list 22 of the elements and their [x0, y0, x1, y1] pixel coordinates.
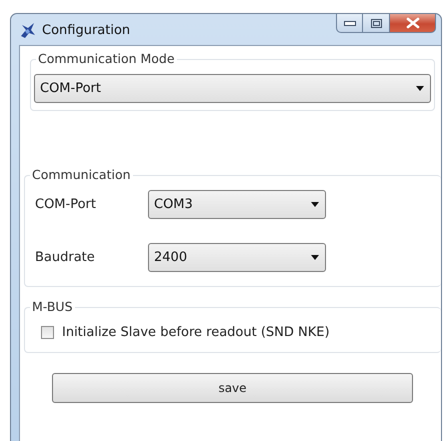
checkbox[interactable] [41, 326, 54, 339]
window-title: Configuration [42, 23, 130, 38]
minimize-icon [344, 20, 356, 26]
group-label: Communication [30, 167, 133, 182]
minimize-button[interactable] [336, 14, 363, 33]
dropdown[interactable]: 2400 [148, 243, 326, 272]
group-label: Communication Mode [36, 51, 177, 66]
field-label: COM-Port [35, 197, 97, 212]
star-icon [19, 22, 36, 39]
caret-icon [416, 86, 424, 91]
save-button[interactable]: save [52, 373, 413, 403]
caret-icon [311, 255, 319, 260]
field-label: Baudrate [35, 250, 96, 265]
group-label: M-BUS [30, 299, 75, 314]
maximize-button[interactable] [363, 14, 390, 33]
caret-icon [311, 202, 319, 207]
dropdown[interactable]: COM3 [148, 190, 326, 219]
dropdown[interactable]: COM-Port [34, 74, 431, 103]
checkbox-label: Initialize Slave before readout (SND NKE) [62, 325, 330, 340]
close-button[interactable] [390, 14, 436, 33]
close-icon [406, 17, 420, 29]
maximize-icon [370, 18, 382, 28]
